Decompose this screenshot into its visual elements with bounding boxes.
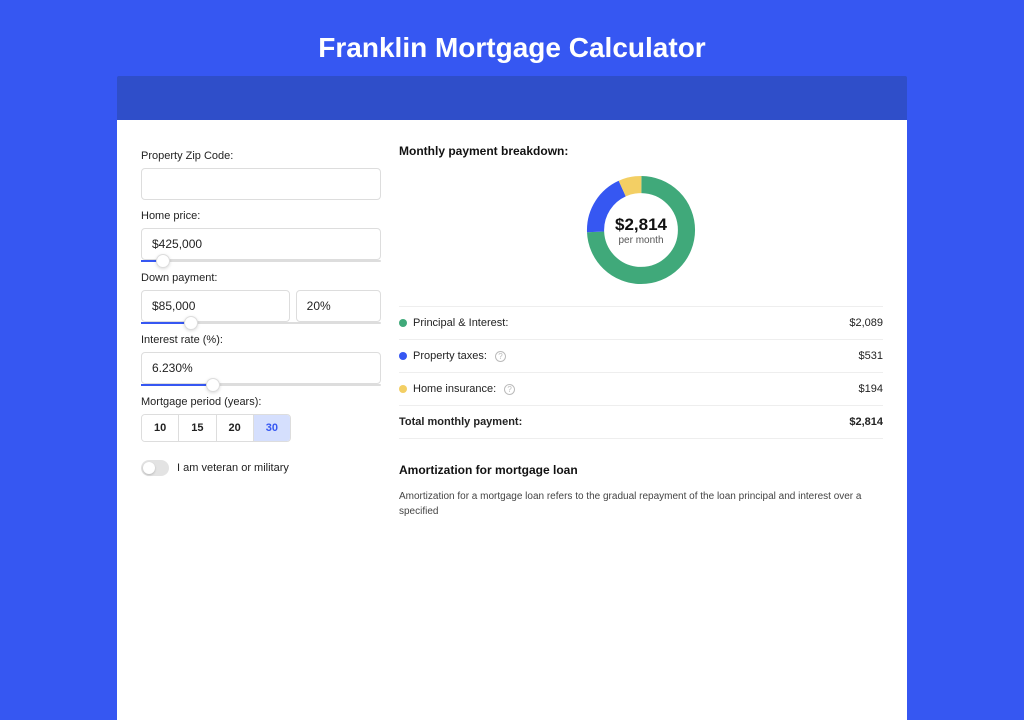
breakdown-panel: Monthly payment breakdown: $2,814 per mo… [399, 144, 883, 696]
amortization-text: Amortization for a mortgage loan refers … [399, 489, 883, 519]
interest-rate-input[interactable] [141, 352, 381, 384]
period-option-15[interactable]: 15 [179, 415, 216, 441]
help-icon[interactable]: ? [504, 384, 515, 395]
legend-label: Principal & Interest: [413, 317, 508, 329]
legend-row-total: Total monthly payment: $2,814 [399, 406, 883, 439]
down-payment-label: Down payment: [141, 272, 381, 284]
legend-row-principal: Principal & Interest: $2,089 [399, 307, 883, 340]
legend-row-taxes: Property taxes: ? $531 [399, 340, 883, 373]
down-payment-slider[interactable] [141, 322, 381, 324]
slider-thumb[interactable] [156, 254, 170, 268]
mortgage-period-label: Mortgage period (years): [141, 396, 381, 408]
mortgage-period-group: 10 15 20 30 [141, 414, 291, 442]
period-option-10[interactable]: 10 [142, 415, 179, 441]
breakdown-title: Monthly payment breakdown: [399, 144, 883, 158]
period-option-20[interactable]: 20 [217, 415, 254, 441]
slider-thumb[interactable] [206, 378, 220, 392]
veteran-label: I am veteran or military [177, 462, 289, 474]
home-price-input[interactable] [141, 228, 381, 260]
home-price-slider[interactable] [141, 260, 381, 262]
donut-center-value: $2,814 [615, 215, 667, 235]
legend-dot [399, 385, 407, 393]
slider-thumb[interactable] [184, 316, 198, 330]
calculator-card: Property Zip Code: Home price: Down paym… [117, 120, 907, 720]
amortization-title: Amortization for mortgage loan [399, 463, 883, 477]
interest-rate-label: Interest rate (%): [141, 334, 381, 346]
page-title: Franklin Mortgage Calculator [0, 0, 1024, 64]
interest-rate-slider[interactable] [141, 384, 381, 386]
legend-label: Property taxes: [413, 350, 487, 362]
legend-total-label: Total monthly payment: [399, 416, 522, 428]
legend-label: Home insurance: [413, 383, 496, 395]
zip-label: Property Zip Code: [141, 150, 381, 162]
legend-dot [399, 319, 407, 327]
veteran-toggle[interactable] [141, 460, 169, 476]
legend: Principal & Interest: $2,089 Property ta… [399, 306, 883, 439]
legend-value: $2,089 [849, 317, 883, 329]
zip-input[interactable] [141, 168, 381, 200]
donut-chart: $2,814 per month [399, 170, 883, 290]
legend-dot [399, 352, 407, 360]
legend-row-insurance: Home insurance: ? $194 [399, 373, 883, 406]
donut-center-sub: per month [618, 235, 663, 246]
accent-bar [117, 76, 907, 120]
down-payment-percent-input[interactable] [296, 290, 381, 322]
legend-value: $531 [859, 350, 883, 362]
down-payment-amount-input[interactable] [141, 290, 290, 322]
home-price-label: Home price: [141, 210, 381, 222]
help-icon[interactable]: ? [495, 351, 506, 362]
legend-value: $194 [859, 383, 883, 395]
period-option-30[interactable]: 30 [254, 415, 290, 441]
legend-total-value: $2,814 [849, 416, 883, 428]
input-form: Property Zip Code: Home price: Down paym… [141, 144, 381, 696]
